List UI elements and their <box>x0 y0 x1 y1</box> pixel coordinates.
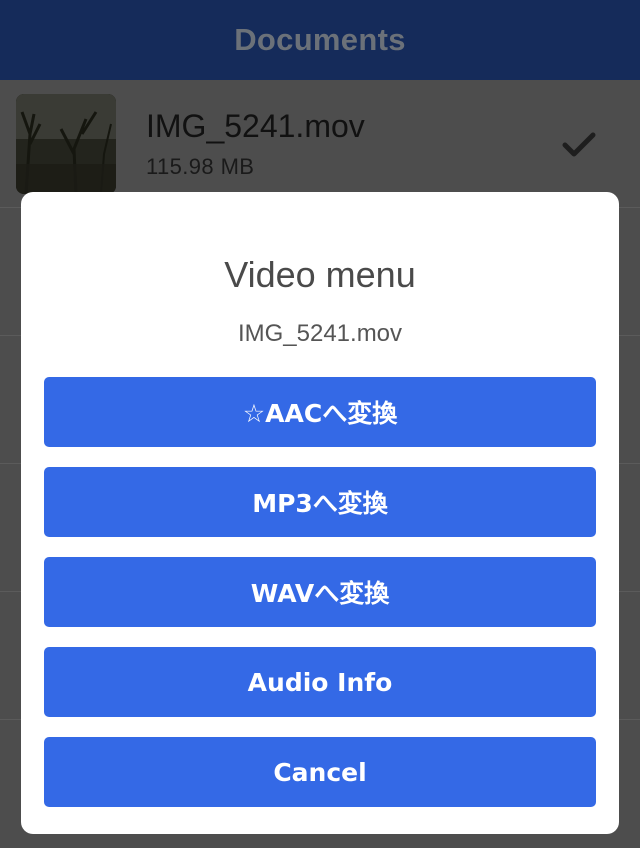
document-name: IMG_5241.mov <box>146 108 365 144</box>
checkmark-icon <box>562 132 596 157</box>
convert-wav-button[interactable]: WAVへ変換 <box>44 557 596 627</box>
convert-aac-button[interactable]: ☆AACへ変換 <box>44 377 596 447</box>
screen: Documents IMG_5241.mov 115.98 MB Video m… <box>0 0 640 848</box>
convert-mp3-button[interactable]: MP3へ変換 <box>44 467 596 537</box>
document-size: 115.98 MB <box>146 154 255 179</box>
audio-info-button[interactable]: Audio Info <box>44 647 596 717</box>
cancel-button[interactable]: Cancel <box>44 737 596 807</box>
navigation-bar: Documents <box>0 0 640 80</box>
document-row[interactable]: IMG_5241.mov 115.98 MB <box>0 80 640 208</box>
dialog-title: Video menu <box>224 254 416 295</box>
video-thumbnail <box>16 94 116 194</box>
nav-title: Documents <box>234 22 406 57</box>
dialog-subtitle: IMG_5241.mov <box>237 320 403 347</box>
